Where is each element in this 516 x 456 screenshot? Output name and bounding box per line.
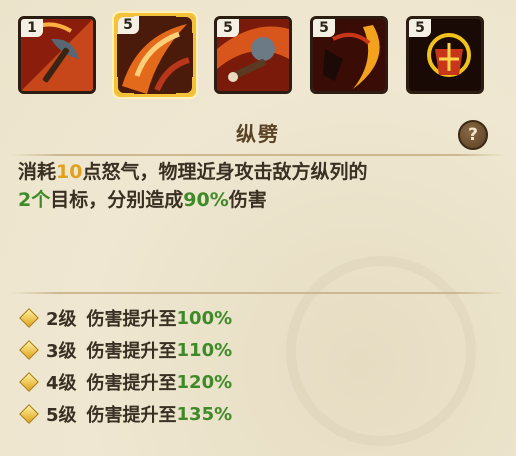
diamond-icon xyxy=(19,372,39,392)
upgrade-row: 4级 伤害提升至 120% xyxy=(18,366,498,398)
skill-slot-5[interactable]: 5 xyxy=(406,16,484,94)
upgrade-text: 伤害提升至 xyxy=(86,309,177,330)
divider xyxy=(10,292,506,294)
upgrade-value: 110% xyxy=(176,339,233,361)
upgrade-row: 5级 伤害提升至 135% xyxy=(18,398,498,430)
diamond-icon xyxy=(19,404,39,424)
upgrade-row: 2级 伤害提升至 100% xyxy=(18,302,498,334)
desc-text: 伤害 xyxy=(228,189,267,211)
desc-text: 消耗 xyxy=(18,161,57,183)
skill-slot-1[interactable]: 1 xyxy=(18,16,96,94)
selection-corner xyxy=(176,77,193,94)
skill-bar: 1 5 5 5 5 xyxy=(18,10,498,102)
selection-corner xyxy=(117,16,134,33)
upgrade-list: 2级 伤害提升至 100% 3级 伤害提升至 110% 4级 伤害提升至 120… xyxy=(18,302,498,430)
desc-text: 目标，分别造成 xyxy=(50,189,184,211)
upgrade-level: 3级 xyxy=(46,341,77,362)
upgrade-level: 5级 xyxy=(46,405,77,426)
upgrade-value: 120% xyxy=(176,371,233,393)
upgrade-level: 2级 xyxy=(46,309,77,330)
upgrade-value: 100% xyxy=(176,307,233,329)
damage-percent: 90% xyxy=(183,189,229,211)
upgrade-value: 135% xyxy=(176,403,233,425)
skill-description: 消耗10点怒气，物理近身攻击敌方纵列的 2个目标，分别造成90%伤害 xyxy=(18,158,498,214)
skill-slot-2[interactable]: 5 xyxy=(114,13,196,97)
skill-info-panel: 1 5 5 5 5 纵劈 ? 消耗10点怒气，物理近身攻击敌方纵列的 2个目标，… xyxy=(0,0,516,456)
upgrade-level: 4级 xyxy=(46,373,77,394)
skill-level-badge: 5 xyxy=(409,19,431,37)
upgrade-row: 3级 伤害提升至 110% xyxy=(18,334,498,366)
selection-corner xyxy=(176,16,193,33)
target-count: 2个 xyxy=(18,189,51,211)
skill-title: 纵劈 xyxy=(236,122,280,146)
diamond-icon xyxy=(19,308,39,328)
skill-level-badge: 5 xyxy=(313,19,335,37)
diamond-icon xyxy=(19,340,39,360)
upgrade-text: 伤害提升至 xyxy=(86,373,177,394)
selection-corner xyxy=(117,77,134,94)
help-icon[interactable]: ? xyxy=(458,120,488,150)
upgrade-text: 伤害提升至 xyxy=(86,341,177,362)
divider xyxy=(10,154,506,156)
skill-slot-4[interactable]: 5 xyxy=(310,16,388,94)
rage-cost: 10 xyxy=(56,161,83,183)
upgrade-text: 伤害提升至 xyxy=(86,405,177,426)
desc-text: 点怒气，物理近身攻击敌方纵列的 xyxy=(82,161,368,183)
skill-level-badge: 5 xyxy=(217,19,239,37)
skill-level-badge: 1 xyxy=(21,19,43,37)
skill-slot-3[interactable]: 5 xyxy=(214,16,292,94)
